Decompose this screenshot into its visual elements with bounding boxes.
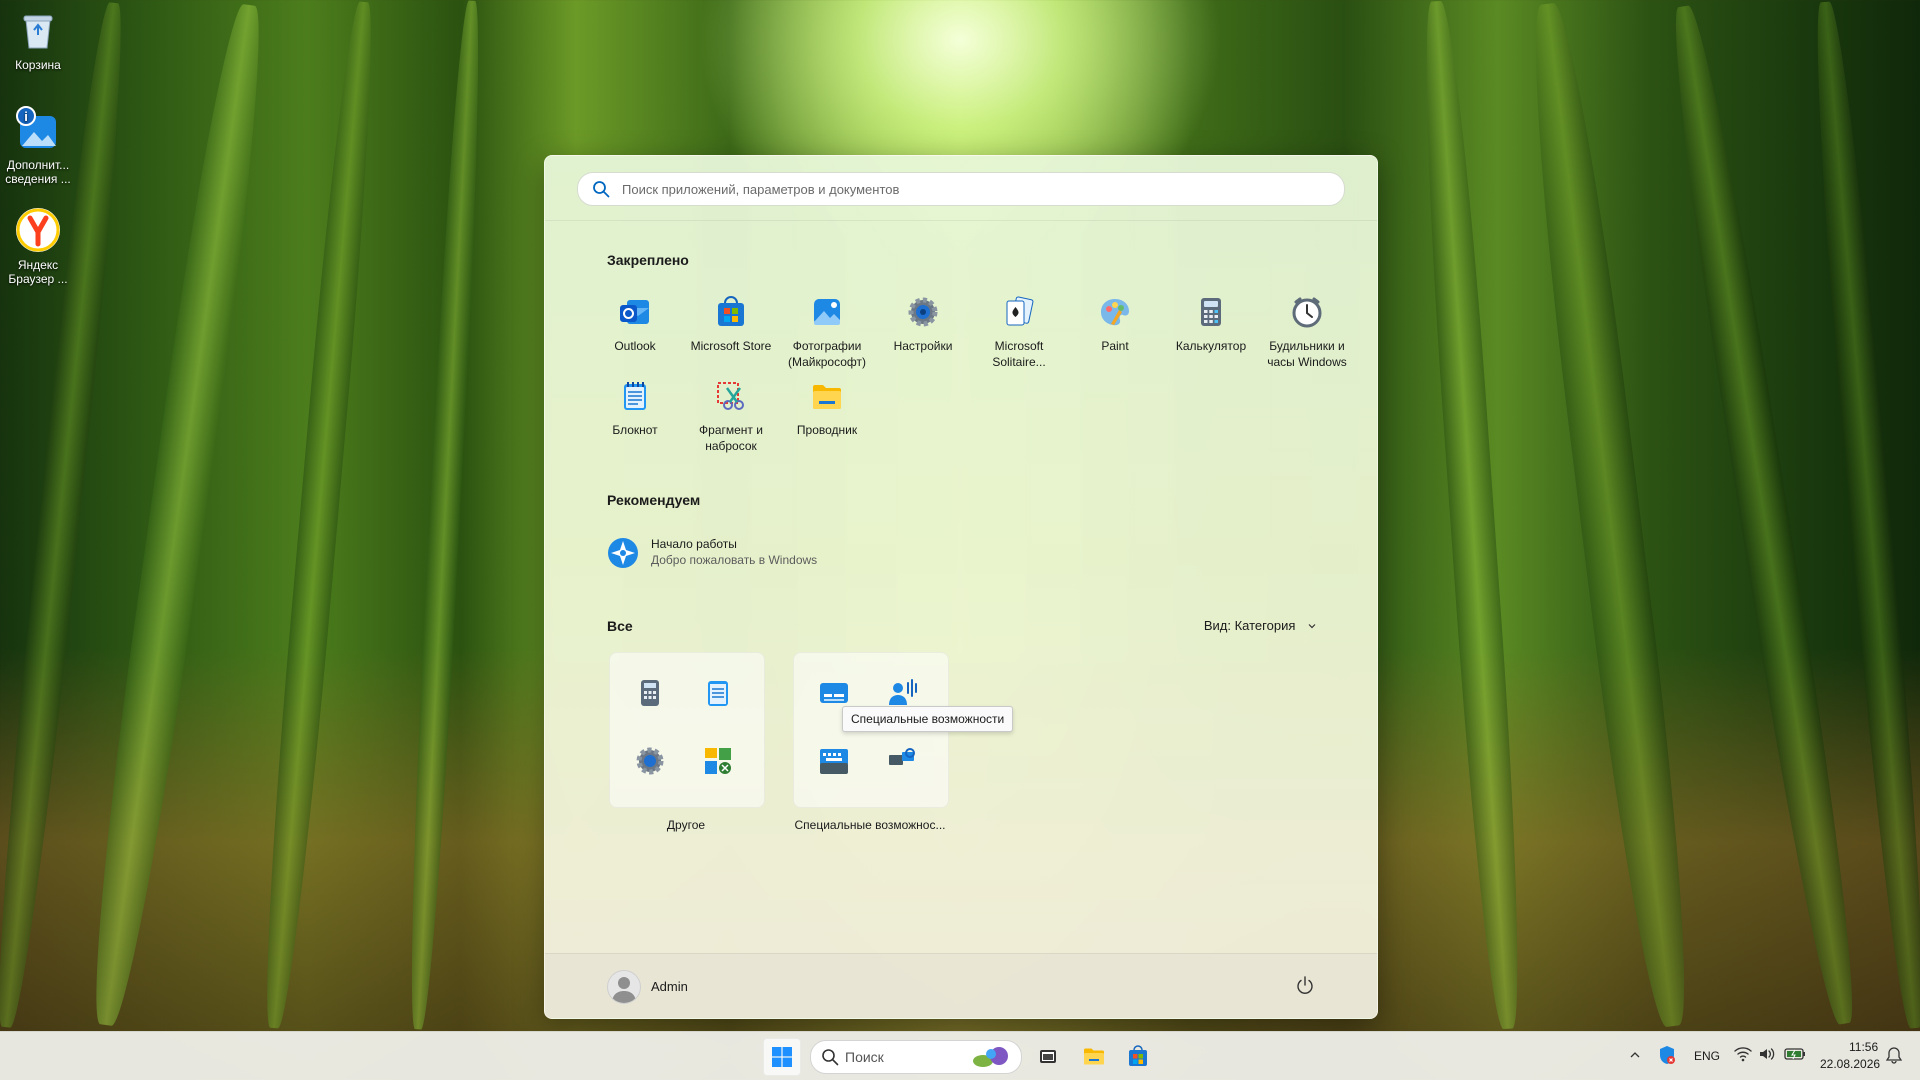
taskbar-search[interactable]: Поиск bbox=[810, 1040, 1022, 1074]
avatar bbox=[607, 970, 641, 1004]
outlook-icon bbox=[617, 294, 653, 330]
category-folder-other[interactable] bbox=[609, 652, 765, 808]
app-label: Outlook bbox=[614, 339, 656, 353]
settings-gear-icon bbox=[905, 294, 941, 330]
wifi-icon[interactable] bbox=[1734, 1046, 1752, 1067]
store-icon bbox=[713, 294, 749, 330]
search-icon bbox=[821, 1048, 839, 1071]
recycle-bin-icon bbox=[14, 6, 62, 54]
pinned-app-explorer[interactable]: Проводник bbox=[779, 378, 875, 438]
notepad-icon bbox=[617, 378, 653, 414]
desktop-icon-yandex[interactable]: Яндекс Браузер ... bbox=[4, 206, 72, 286]
windows-logo-icon bbox=[772, 1047, 792, 1072]
app-label: Фрагмент и набросок bbox=[699, 423, 763, 453]
paint-icon bbox=[1097, 294, 1133, 330]
recommended-item-title: Начало работы bbox=[651, 537, 737, 551]
pinned-app-photos[interactable]: Фотографии (Майкрософт) bbox=[779, 294, 875, 370]
store-icon bbox=[1126, 1044, 1150, 1073]
app-label: Будильники и часы Windows bbox=[1267, 339, 1347, 369]
category-folder-label: Другое bbox=[666, 818, 706, 832]
pinned-app-store[interactable]: Microsoft Store bbox=[683, 294, 779, 354]
app-label: Проводник bbox=[796, 423, 858, 437]
svg-text:i: i bbox=[24, 109, 28, 124]
taskbar: Поиск ENG 11:56 22.08.2026 bbox=[0, 1031, 1920, 1080]
taskbar-store-button[interactable] bbox=[1120, 1038, 1156, 1074]
tooltip: Специальные возможности bbox=[842, 706, 1014, 732]
info-icon: i bbox=[14, 106, 62, 154]
search-highlight-icon bbox=[969, 1045, 1013, 1074]
start-button[interactable] bbox=[763, 1038, 801, 1076]
pinned-app-solitaire[interactable]: Microsoft Solitaire... bbox=[971, 294, 1067, 370]
pinned-app-snipping[interactable]: Фрагмент и набросок bbox=[683, 378, 779, 454]
folder-icon bbox=[1082, 1044, 1106, 1073]
notepad-icon bbox=[700, 675, 736, 711]
settings-gear-icon bbox=[632, 743, 668, 779]
desktop-icon-label: Дополнит... сведения ... bbox=[5, 158, 71, 186]
magnifier-icon bbox=[884, 743, 920, 779]
app-label: Microsoft Solitaire... bbox=[992, 339, 1046, 369]
language-indicator[interactable]: ENG bbox=[1694, 1049, 1720, 1063]
recommended-item-get-started[interactable]: Начало работы Добро пожаловать в Windows bbox=[607, 533, 907, 573]
pinned-app-calculator[interactable]: Калькулятор bbox=[1163, 294, 1259, 354]
task-view-icon bbox=[1038, 1046, 1058, 1071]
app-label: Microsoft Store bbox=[690, 339, 772, 353]
photos-icon bbox=[809, 294, 845, 330]
start-menu: Закреплено Outlook Microsoft Store Фотог… bbox=[544, 155, 1378, 1019]
view-selector[interactable]: Вид: Категория bbox=[1204, 618, 1317, 634]
recommended-item-subtitle: Добро пожаловать в Windows bbox=[651, 553, 818, 567]
xbox-tools-icon bbox=[700, 743, 736, 779]
snipping-icon bbox=[713, 378, 749, 414]
recommended-title: Рекомендуем bbox=[607, 492, 701, 508]
solitaire-icon bbox=[1001, 294, 1037, 330]
desktop-icon-label: Корзина bbox=[15, 58, 61, 72]
app-label: Блокнот bbox=[612, 423, 658, 437]
clock-date[interactable]: 22.08.2026 bbox=[1820, 1057, 1880, 1071]
app-label: Калькулятор bbox=[1175, 339, 1247, 353]
desktop-icon-label: Яндекс Браузер ... bbox=[8, 258, 68, 286]
show-hidden-icons-chevron-icon[interactable] bbox=[1628, 1048, 1642, 1067]
view-selector-label: Вид: Категория bbox=[1203, 618, 1296, 633]
start-footer: Admin bbox=[545, 953, 1377, 1018]
pinned-app-alarms[interactable]: Будильники и часы Windows bbox=[1259, 294, 1355, 370]
chevron-down-icon bbox=[1307, 619, 1317, 634]
power-icon bbox=[1293, 976, 1317, 1002]
pinned-app-paint[interactable]: Paint bbox=[1067, 294, 1163, 354]
get-started-icon bbox=[607, 537, 639, 569]
pinned-app-notepad[interactable]: Блокнот bbox=[587, 378, 683, 438]
pinned-app-settings[interactable]: Настройки bbox=[875, 294, 971, 354]
clock-icon bbox=[1289, 294, 1325, 330]
battery-icon[interactable] bbox=[1784, 1047, 1806, 1066]
app-label: Фотографии (Майкрософт) bbox=[787, 339, 866, 369]
app-label: Настройки bbox=[893, 339, 953, 353]
calculator-icon bbox=[1193, 294, 1229, 330]
taskbar-explorer-button[interactable] bbox=[1076, 1038, 1112, 1074]
security-shield-icon[interactable] bbox=[1658, 1045, 1676, 1070]
all-apps-title: Все bbox=[607, 618, 633, 634]
user-name: Admin bbox=[651, 979, 688, 994]
taskbar-search-label: Поиск bbox=[845, 1049, 884, 1065]
notification-icon[interactable] bbox=[1885, 1046, 1903, 1069]
folder-icon bbox=[809, 378, 845, 414]
clock-time[interactable]: 11:56 bbox=[1849, 1040, 1878, 1054]
app-label: Paint bbox=[1101, 339, 1129, 353]
category-folder-label: Специальные возможнос... bbox=[794, 818, 946, 832]
yandex-browser-icon bbox=[14, 206, 62, 254]
pinned-app-outlook[interactable]: Outlook bbox=[587, 294, 683, 354]
power-button[interactable] bbox=[1293, 974, 1317, 998]
task-view-button[interactable] bbox=[1030, 1038, 1066, 1074]
calculator-icon bbox=[632, 675, 668, 711]
on-screen-keyboard-icon bbox=[816, 743, 852, 779]
desktop-icon-info[interactable]: i Дополнит... сведения ... bbox=[4, 106, 72, 186]
volume-icon[interactable] bbox=[1758, 1046, 1776, 1067]
desktop-icon-recycle-bin[interactable]: Корзина bbox=[4, 6, 72, 72]
